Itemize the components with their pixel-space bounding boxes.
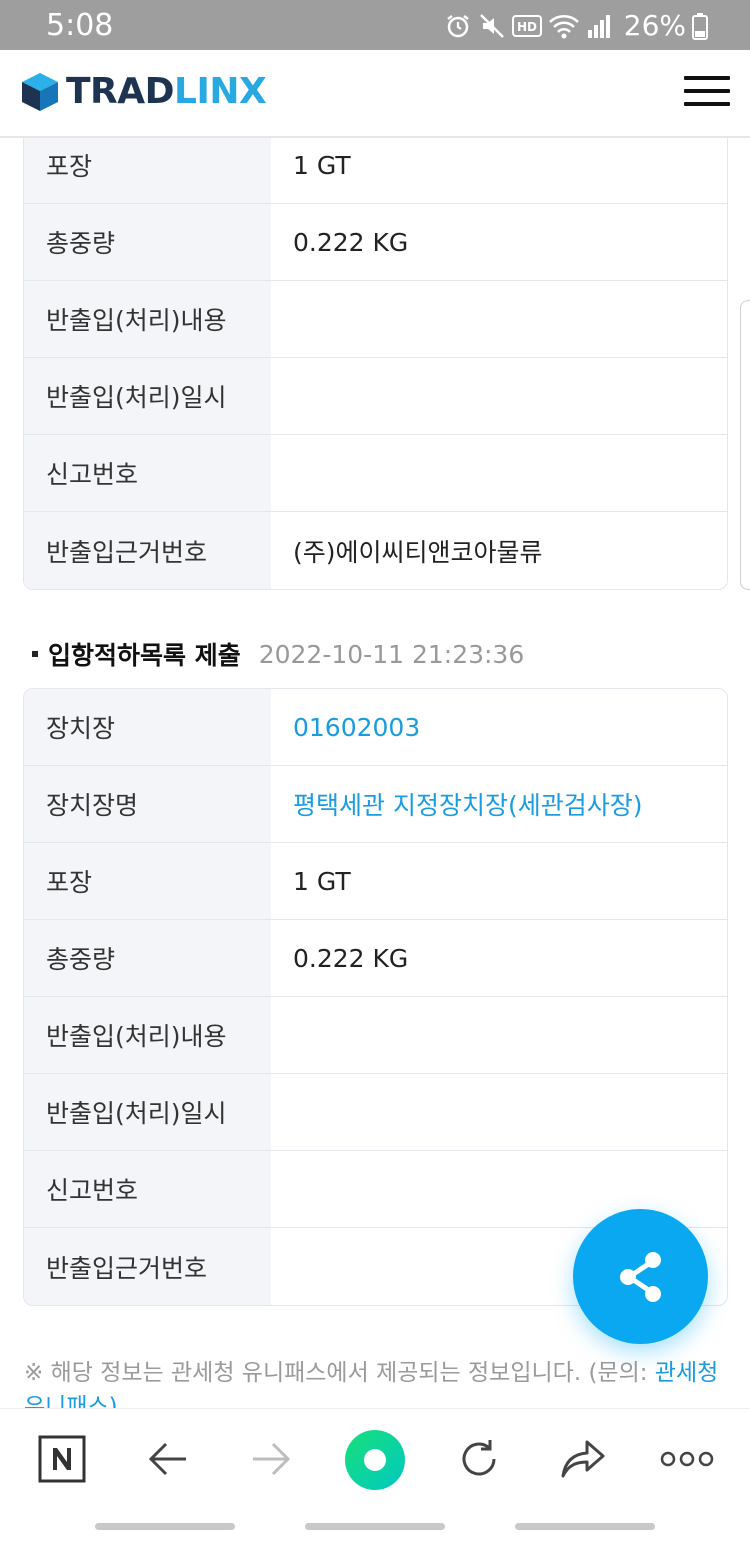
row-value — [271, 281, 727, 357]
back-button[interactable] — [138, 1429, 198, 1489]
table-row: 반출입(처리)일시 — [24, 1074, 727, 1151]
battery-icon — [692, 13, 708, 40]
table-row: 반출입(처리)내용 — [24, 281, 727, 358]
row-label: 반출입근거번호 — [24, 512, 271, 589]
green-dot-button[interactable] — [344, 1429, 406, 1491]
arrow-left-icon — [148, 1442, 186, 1476]
mute-icon — [479, 14, 504, 38]
svg-text:HD: HD — [517, 20, 537, 34]
wifi-icon — [548, 15, 579, 39]
row-label: 장치장 — [24, 689, 271, 765]
row-value — [271, 997, 727, 1073]
naver-n-icon — [38, 1435, 86, 1483]
row-value: 0.222 KG — [293, 943, 409, 973]
logo-text-trad: TRAD — [66, 71, 175, 112]
section-title: 입항적하목록 제출 — [48, 641, 241, 670]
screen: 5:08 HD 26% TRADLINX 포장 1 GT 총중량 0.222 KG — [0, 0, 750, 1542]
row-label: 신고번호 — [24, 435, 271, 511]
row-label: 총중량 — [24, 204, 271, 280]
signal-icon — [587, 15, 610, 38]
row-label: 총중량 — [24, 920, 271, 996]
warehouse-code-link[interactable]: 01602003 — [271, 689, 727, 765]
row-value: 1 GT — [293, 866, 351, 896]
arrow-right-icon — [253, 1442, 291, 1476]
tradlinx-logo[interactable]: TRADLINX — [20, 70, 267, 114]
row-label: 포장 — [24, 138, 271, 203]
hamburger-menu-icon[interactable] — [684, 76, 730, 106]
table-row: 반출입(처리)일시 — [24, 358, 727, 435]
bullet-icon — [32, 651, 38, 657]
row-label: 반출입(처리)내용 — [24, 281, 271, 357]
status-time: 5:08 — [46, 8, 114, 43]
table-row: 반출입근거번호 (주)에이씨티앤코아물류 — [24, 512, 727, 589]
section-datetime: 2022-10-11 21:23:36 — [258, 639, 525, 669]
row-value: 0.222 KG — [293, 227, 409, 257]
row-value — [271, 435, 727, 511]
hd-icon: HD — [511, 15, 542, 37]
logo-text-linx: LINX — [174, 71, 267, 112]
table-row: 장치장 01602003 — [24, 689, 727, 766]
row-value — [271, 1074, 727, 1150]
scroll-edge-handle[interactable] — [740, 300, 750, 590]
status-icons: HD 26% — [444, 8, 708, 44]
naver-home-button[interactable] — [32, 1429, 92, 1489]
alarm-icon — [447, 15, 469, 38]
row-label: 반출입(처리)일시 — [24, 1074, 271, 1150]
more-dots-icon — [660, 1451, 714, 1467]
table-row: 장치장명 평택세관 지정장치장(세관검사장) — [24, 766, 727, 843]
data-source-notice: ※ 해당 정보는 관세청 유니패스에서 제공되는 정보입니다. (문의: 관세청… — [24, 1356, 724, 1408]
row-value: (주)에이씨티앤코아물류 — [293, 537, 543, 567]
table-row: 반출입(처리)내용 — [24, 997, 727, 1074]
row-label: 장치장명 — [24, 766, 271, 842]
section-header: 입항적하목록 제출 2022-10-11 21:23:36 — [32, 636, 524, 672]
share-button[interactable] — [573, 1209, 708, 1344]
share-page-button[interactable] — [553, 1429, 613, 1489]
share-icon — [619, 1251, 661, 1302]
row-label: 신고번호 — [24, 1151, 271, 1227]
table-row: 총중량 0.222 KG — [24, 204, 727, 281]
row-value: 1 GT — [293, 150, 351, 180]
logo-wordmark: TRADLINX — [66, 70, 267, 114]
forward-share-icon — [561, 1440, 605, 1478]
table-row: 포장 1 GT — [24, 843, 727, 920]
green-dot-icon — [345, 1430, 405, 1490]
refresh-icon — [462, 1440, 496, 1476]
row-label: 반출입(처리)일시 — [24, 358, 271, 434]
notice-text: ※ 해당 정보는 관세청 유니패스에서 제공되는 정보입니다. (문의: — [24, 1360, 655, 1386]
more-options-button[interactable] — [656, 1429, 718, 1489]
browser-toolbar — [0, 1408, 750, 1542]
row-label: 반출입(처리)내용 — [24, 997, 271, 1073]
row-label: 반출입근거번호 — [24, 1228, 271, 1305]
table-row: 총중량 0.222 KG — [24, 920, 727, 997]
app-header: TRADLINX — [0, 50, 750, 138]
warehouse-name-link[interactable]: 평택세관 지정장치장(세관검사장) — [271, 766, 727, 842]
cargo-info-table-top: 포장 1 GT 총중량 0.222 KG 반출입(처리)내용 반출입(처리)일시 신… — [23, 138, 728, 590]
status-bar: 5:08 HD 26% — [0, 0, 750, 50]
cube-logo-icon — [22, 73, 58, 111]
forward-button[interactable] — [241, 1429, 301, 1489]
system-nav-handles — [0, 1523, 750, 1531]
battery-percent: 26% — [623, 9, 686, 42]
table-row: 포장 1 GT — [24, 138, 727, 204]
refresh-button[interactable] — [449, 1429, 509, 1489]
table-row: 신고번호 — [24, 435, 727, 512]
row-value — [271, 358, 727, 434]
row-label: 포장 — [24, 843, 271, 919]
